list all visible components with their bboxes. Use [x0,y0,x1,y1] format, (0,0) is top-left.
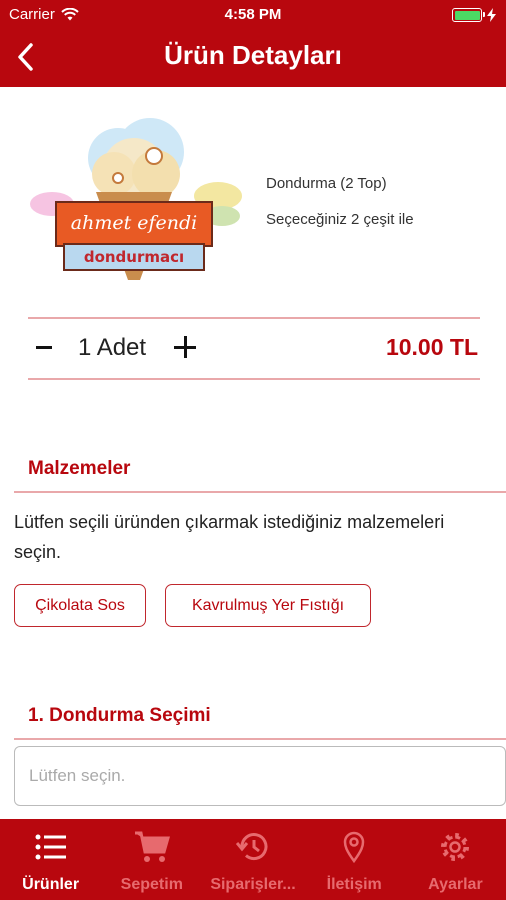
header: Carrier 4:58 PM Ürün Detayları [0,0,506,87]
tab-orders[interactable]: Siparişler... [202,819,303,900]
logo-text-brand: ahmet efendi [71,212,198,234]
ice-cream-select-input[interactable] [29,766,491,786]
cart-icon [132,829,172,865]
tab-label: İletişim [326,876,382,893]
product-logo: ahmet efendi dondurmacı [26,112,246,292]
logo-text-sub: dondurmacı [84,248,184,266]
status-bar: Carrier 4:58 PM [0,0,506,30]
quantity-row: 1 Adet 10.00 TL [28,318,480,378]
tab-label: Ayarlar [428,876,483,893]
minus-icon [36,345,52,349]
product-price: 10.00 TL [385,334,478,360]
status-time: 4:58 PM [224,6,282,23]
ice-cream-select[interactable] [14,746,506,806]
ingredient-chip-chocolate-sauce[interactable]: Çikolata Sos [14,584,146,627]
tab-contact[interactable]: İletişim [304,819,405,900]
divider [14,738,506,740]
increase-quantity-button[interactable] [174,336,196,358]
tab-label: Ürünler [22,876,80,893]
decrease-quantity-button[interactable] [36,332,60,362]
tab-settings[interactable]: Ayarlar [405,819,506,900]
divider [14,491,506,493]
ingredients-title: Malzemeler [28,458,131,479]
tab-bar: Ürünler Sepetim Siparişler... İletişim A… [0,819,506,900]
tab-label: Siparişler... [210,876,296,893]
page-title: Ürün Detayları [164,40,342,70]
ingredients-help-text: Lütfen seçili üründen çıkarmak istediğin… [14,512,445,562]
location-pin-icon [334,829,374,865]
tab-cart[interactable]: Sepetim [101,819,202,900]
product-name: Dondurma (2 Top) [266,175,387,192]
gear-icon [435,829,475,865]
tab-label: Sepetim [120,876,183,893]
ice-cream-selection-title: 1. Dondurma Seçimi [28,705,211,726]
product-description: Seçeceğiniz 2 çeşit ile [266,211,414,228]
quantity-label: 1 Adet [78,334,147,361]
history-icon [233,829,273,865]
divider [28,378,480,380]
battery-icon [452,8,485,22]
battery-status [452,8,496,22]
charging-bolt-icon [487,8,496,22]
tab-products[interactable]: Ürünler [0,819,101,900]
list-icon [31,829,71,865]
ingredient-chip-roasted-peanut[interactable]: Kavrulmuş Yer Fıstığı [165,584,371,627]
